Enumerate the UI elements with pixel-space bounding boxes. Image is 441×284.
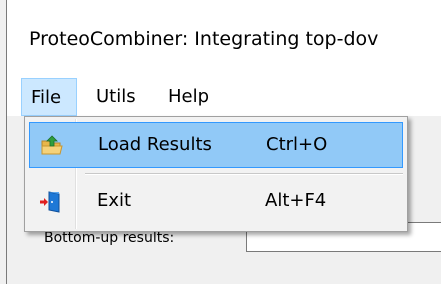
menu-item-shortcut: Ctrl+O [266,134,328,155]
exit-door-icon [39,190,63,214]
bottom-up-results-label: Bottom-up results: [44,230,175,246]
title-bar[interactable]: ProteoCombiner: Integrating top-dov [7,0,441,78]
folder-open-icon [40,134,64,158]
menu-utils[interactable]: Utils [87,78,149,116]
menu-item-label: Load Results [98,134,212,155]
menu-bar: File Utils Help [7,78,441,117]
file-menu-dropdown: Load Results Ctrl+O Exit Alt+F4 [24,116,408,232]
menu-file[interactable]: File [21,78,77,116]
menu-item-shortcut: Alt+F4 [265,190,327,211]
menu-item-label: Exit [97,190,132,211]
window-title: ProteoCombiner: Integrating top-dov [29,28,379,50]
menu-help[interactable]: Help [159,78,219,116]
menu-separator [85,173,403,175]
menu-item-exit[interactable]: Exit Alt+F4 [29,179,403,225]
menu-item-load-results[interactable]: Load Results Ctrl+O [29,122,403,168]
